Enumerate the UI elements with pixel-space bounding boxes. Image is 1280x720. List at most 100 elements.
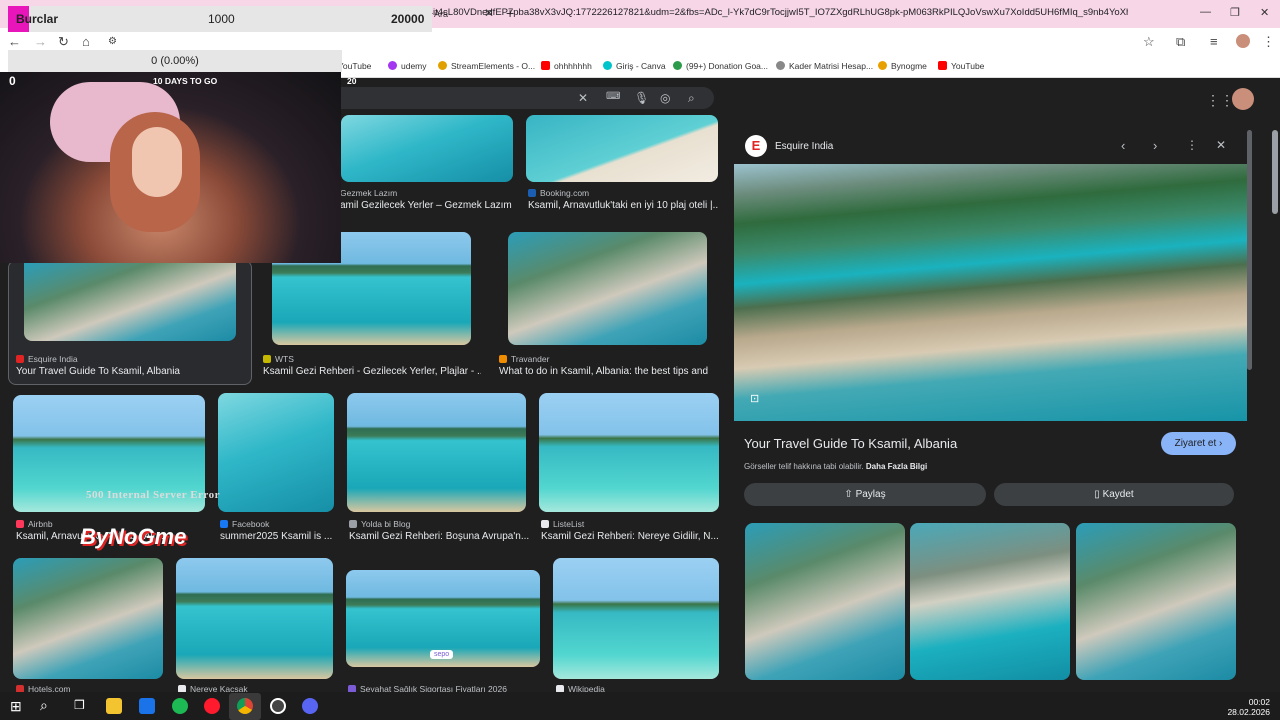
result-image[interactable]: sepo bbox=[346, 570, 540, 667]
goal-target: 20000 bbox=[391, 12, 425, 26]
clear-icon[interactable]: ✕ bbox=[578, 91, 588, 105]
forward-icon[interactable]: → bbox=[34, 34, 47, 49]
save-button[interactable]: ▯ Kaydet bbox=[994, 483, 1234, 506]
reload-icon[interactable]: ↻ bbox=[58, 34, 69, 50]
opera-icon[interactable] bbox=[204, 698, 220, 714]
file-explorer-icon[interactable] bbox=[106, 698, 122, 714]
days-to-go: 10 DAYS TO GO bbox=[153, 76, 218, 86]
bookmark-item[interactable]: StreamElements - O... bbox=[438, 61, 535, 71]
restore-icon[interactable]: ❐ bbox=[1230, 6, 1240, 19]
panel-scrollbar[interactable] bbox=[1247, 130, 1252, 370]
share-button[interactable]: ⇧ Paylaş bbox=[744, 483, 986, 506]
result-title[interactable]: Ksamil Gezi Rehberi: Boşuna Avrupa'n... bbox=[349, 531, 529, 542]
next-icon[interactable]: › bbox=[1153, 138, 1157, 153]
result-image[interactable] bbox=[553, 558, 719, 679]
bookmark-item[interactable]: Kader Matrisi Hesap... bbox=[776, 61, 873, 71]
bynogme-logo: ByNoGme bbox=[80, 524, 187, 549]
spotify-icon[interactable] bbox=[172, 698, 188, 714]
result-image[interactable] bbox=[176, 558, 333, 679]
panel-title[interactable]: Your Travel Guide To Ksamil, Albania bbox=[744, 436, 957, 451]
result-title[interactable]: Ksamil, Arnavutluk'taki en iyi 10 plaj o… bbox=[528, 200, 718, 211]
bookmark-item[interactable]: (99+) Donation Goa... bbox=[673, 61, 768, 71]
panel-source[interactable]: Esquire India bbox=[775, 141, 833, 152]
result-source: Gezmek Lazım bbox=[340, 188, 398, 198]
sepo-badge: sepo bbox=[430, 650, 454, 659]
clock-date: 28.02.2026 bbox=[1227, 707, 1270, 717]
site-info-icon[interactable]: ⚙ bbox=[108, 36, 117, 47]
result-title[interactable]: Ksamil Gezi Rehberi - Gezilecek Yerler, … bbox=[263, 366, 481, 377]
bookmark-item[interactable]: Giriş - Canva bbox=[603, 61, 666, 71]
bookmark-item[interactable]: udemy bbox=[388, 61, 427, 71]
result-source: WTS bbox=[263, 354, 294, 364]
result-image[interactable] bbox=[13, 558, 163, 679]
apps-grid-icon[interactable]: ⋮⋮ bbox=[1206, 92, 1234, 109]
webcam-feed bbox=[0, 72, 341, 263]
extensions-icon[interactable]: ⧉ bbox=[1176, 34, 1185, 50]
sub-count: 0 (0.00%) bbox=[151, 55, 199, 67]
lens-icon[interactable]: ◎ bbox=[660, 91, 670, 105]
goal-current: 1000 bbox=[208, 12, 235, 26]
profile-avatar[interactable] bbox=[1236, 34, 1250, 48]
esquire-logo: E bbox=[745, 135, 767, 157]
prev-icon[interactable]: ‹ bbox=[1121, 138, 1125, 153]
copyright-note: Görseller telif hakkına tabi olabilir. D… bbox=[744, 462, 928, 471]
close-window-icon[interactable]: ✕ bbox=[1260, 6, 1269, 19]
result-image[interactable] bbox=[218, 393, 334, 512]
home-icon[interactable]: ⌂ bbox=[82, 34, 90, 49]
reading-list-icon[interactable]: ≡ bbox=[1210, 34, 1218, 49]
more-icon[interactable]: ⋮ bbox=[1186, 138, 1198, 152]
result-image[interactable] bbox=[539, 393, 719, 512]
result-image[interactable] bbox=[341, 115, 513, 182]
bookmark-star-icon[interactable]: ☆ bbox=[1143, 34, 1155, 50]
result-image[interactable] bbox=[508, 232, 707, 345]
visit-button[interactable]: Ziyaret et › bbox=[1161, 432, 1236, 455]
related-image[interactable] bbox=[745, 523, 905, 680]
share-icon: ⇧ bbox=[844, 489, 853, 500]
bookmark-item[interactable]: Bynogme bbox=[878, 61, 927, 71]
clock-time: 00:02 bbox=[1248, 697, 1270, 707]
related-image[interactable] bbox=[910, 523, 1070, 680]
result-source: Travander bbox=[499, 354, 549, 364]
account-avatar[interactable] bbox=[1232, 88, 1254, 110]
keyboard-icon[interactable]: ⌨ bbox=[606, 91, 620, 102]
chrome-icon[interactable] bbox=[237, 698, 253, 714]
result-title[interactable]: What to do in Ksamil, Albania: the best … bbox=[499, 366, 709, 377]
goal-name: Burclar bbox=[16, 12, 59, 26]
learn-more-link[interactable]: Daha Fazla Bilgi bbox=[866, 462, 927, 471]
obs-icon[interactable] bbox=[270, 698, 286, 714]
task-view-icon[interactable]: ❒ bbox=[74, 698, 85, 712]
right-value: 20 bbox=[347, 76, 357, 86]
taskbar bbox=[0, 692, 1280, 720]
result-source: Facebook bbox=[220, 519, 269, 529]
bookmark-icon: ▯ bbox=[1094, 489, 1100, 500]
close-panel-icon[interactable]: ✕ bbox=[1216, 138, 1226, 152]
bookmark-item[interactable]: YouTube bbox=[338, 61, 371, 71]
minimize-icon[interactable]: — bbox=[1200, 6, 1211, 18]
result-title[interactable]: amil Gezilecek Yerler – Gezmek Lazım bbox=[340, 200, 516, 211]
bookmark-item[interactable]: YouTube bbox=[938, 61, 984, 71]
result-title[interactable]: Ksamil Gezi Rehberi: Nereye Gidilir, N..… bbox=[541, 531, 719, 542]
related-image[interactable] bbox=[1076, 523, 1236, 680]
result-image[interactable] bbox=[24, 263, 236, 341]
windows-start-icon[interactable]: ⊞ bbox=[10, 698, 22, 715]
result-image[interactable] bbox=[347, 393, 526, 512]
browser-menu-icon[interactable]: ⋮ bbox=[1262, 34, 1275, 50]
mic-icon[interactable]: 🎙 bbox=[634, 91, 649, 105]
server-error-watermark: 500 Internal Server Error bbox=[86, 489, 220, 501]
discord-icon[interactable] bbox=[302, 698, 318, 714]
face-shape bbox=[132, 127, 182, 197]
search-taskbar-icon[interactable]: ⌕ bbox=[40, 697, 48, 714]
mail-icon[interactable] bbox=[139, 698, 155, 714]
left-value: 0 bbox=[9, 74, 16, 88]
back-icon[interactable]: ← bbox=[8, 34, 21, 49]
system-clock[interactable]: 00:02 28.02.2026 bbox=[1227, 697, 1270, 717]
bookmark-item[interactable]: ohhhhhhh bbox=[541, 61, 592, 71]
result-title[interactable]: Your Travel Guide To Ksamil, Albania bbox=[16, 366, 246, 377]
search-box[interactable]: ✕ ⌨ 🎙 ◎ ⌕ bbox=[330, 87, 714, 109]
preview-image[interactable] bbox=[734, 164, 1247, 421]
search-icon[interactable]: ⌕ bbox=[688, 91, 695, 106]
lens-search-icon[interactable]: ⊡ bbox=[750, 392, 759, 405]
result-image[interactable] bbox=[526, 115, 718, 182]
scrollbar[interactable] bbox=[1272, 130, 1278, 214]
result-title[interactable]: summer2025 Ksamil is ... bbox=[220, 531, 334, 542]
